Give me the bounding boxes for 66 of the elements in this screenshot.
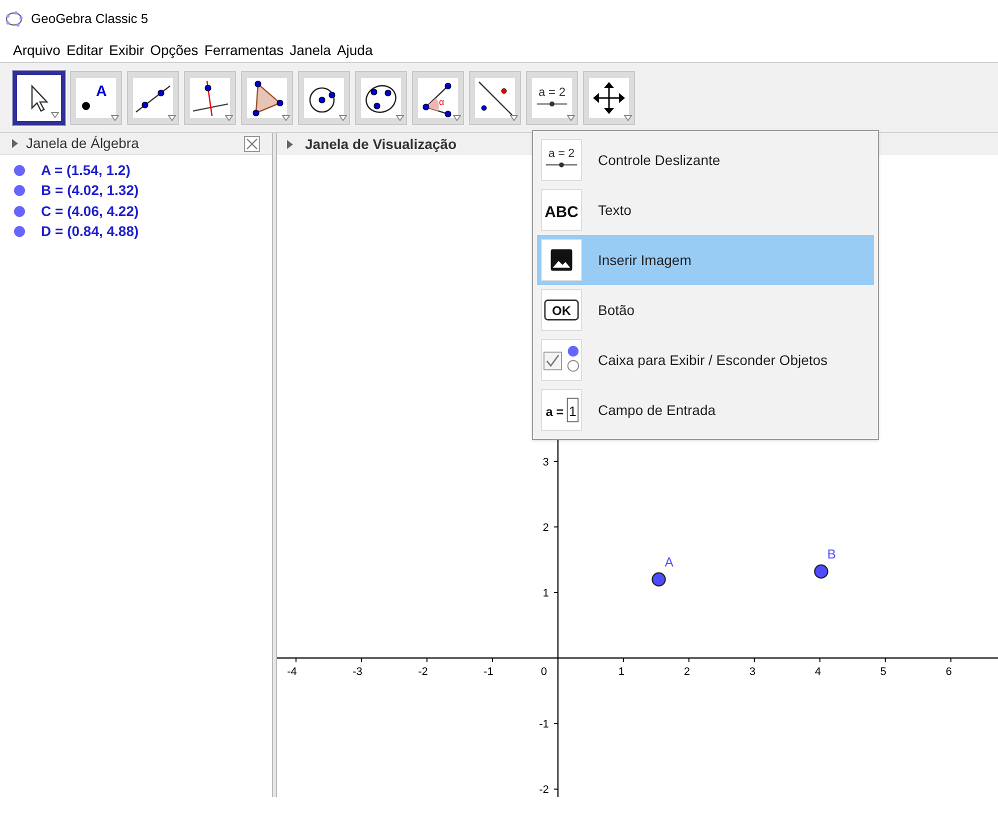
dropdown-caret-icon — [111, 114, 119, 120]
menu-item[interactable]: Opções — [149, 40, 200, 60]
menu-item-label: Campo de Entrada — [598, 400, 716, 420]
axis-tick-label: -1 — [539, 718, 549, 731]
dropdown-caret-icon — [339, 114, 347, 120]
close-icon[interactable] — [244, 136, 260, 152]
menu-item-label: Inserir Imagem — [598, 250, 692, 270]
axis-tick-label: -1 — [484, 666, 494, 678]
menu-item-label: Texto — [598, 200, 632, 220]
collapse-triangle-icon[interactable] — [287, 140, 293, 148]
tool-menu-item[interactable]: OK Botão — [537, 285, 874, 335]
axis-tick-label: 3 — [542, 456, 549, 468]
axis-tick-label: 1 — [542, 587, 549, 600]
axis-tick-label: 1 — [618, 666, 624, 678]
algebra-item[interactable]: D = (0.84, 4.88) — [41, 221, 139, 242]
tool-menu-item[interactable]: a = 1 Campo de Entrada — [537, 385, 874, 435]
menu-item[interactable]: Arquivo — [12, 40, 62, 60]
panel-title: Janela de Visualização — [305, 134, 456, 154]
point[interactable] — [814, 564, 828, 579]
text-icon: ABC — [542, 190, 581, 230]
axis-tick-label: -2 — [539, 784, 549, 796]
dropdown-caret-icon — [624, 114, 632, 120]
point-label: B — [827, 546, 836, 562]
axis-tick-label: -3 — [352, 666, 362, 678]
app-logo-icon — [5, 11, 23, 27]
menu-item-label: Botão — [598, 300, 635, 320]
tool-button[interactable] — [13, 70, 65, 124]
tool-menu-item[interactable]: Caixa para Exibir / Esconder Objetos — [537, 335, 874, 385]
axis-tick-label: 4 — [814, 666, 821, 678]
axis-tick-label: 2 — [542, 522, 549, 534]
origin-label: 0 — [540, 666, 547, 678]
axis-tick-label: -4 — [287, 666, 297, 678]
collapse-triangle-icon[interactable] — [12, 139, 18, 148]
algebra-item[interactable]: A = (1.54, 1.2) — [41, 160, 130, 181]
menu-item[interactable]: Ferramentas — [203, 40, 285, 60]
dropdown-caret-icon — [510, 114, 518, 120]
menu-item-label: Controle Deslizante — [598, 150, 720, 170]
axis-tick-label: 6 — [946, 666, 952, 678]
dropdown-caret-icon — [51, 112, 59, 118]
axis-tick-label: 2 — [684, 666, 690, 678]
dropdown-caret-icon — [225, 114, 233, 120]
axis-tick-label: 5 — [880, 666, 886, 678]
tool-button[interactable]: α — [412, 70, 464, 124]
menu-item-label: Caixa para Exibir / Esconder Objetos — [598, 350, 828, 370]
tool-button[interactable]: A — [70, 70, 122, 124]
menu-item[interactable]: Exibir — [108, 40, 146, 60]
point[interactable] — [652, 572, 666, 586]
axis-tick-label: 3 — [749, 666, 756, 678]
dropdown-caret-icon — [453, 114, 461, 120]
tool-menu-item[interactable]: Inserir Imagem — [537, 235, 874, 285]
dropdown-caret-icon — [282, 114, 290, 120]
menu-item[interactable]: Ajuda — [336, 40, 374, 60]
algebra-item[interactable]: C = (4.06, 4.22) — [41, 200, 139, 222]
algebra-item[interactable]: B = (4.02, 1.32) — [41, 180, 139, 202]
point-label: A — [664, 554, 674, 570]
tool-menu-item[interactable]: a = 2 Controle Deslizante — [537, 135, 874, 185]
window-title: GeoGebra Classic 5 — [31, 10, 148, 28]
dropdown-caret-icon — [396, 114, 404, 120]
menu-item[interactable]: Janela — [288, 40, 332, 60]
menu-item[interactable]: Editar — [65, 40, 104, 60]
tool-menu-item[interactable]: ABC Texto — [537, 185, 874, 235]
axis-tick-label: -2 — [418, 666, 428, 678]
dropdown-caret-icon — [567, 114, 575, 120]
dropdown-caret-icon — [168, 114, 176, 120]
tool-button[interactable]: a = 2 — [526, 70, 578, 124]
panel-title: Janela de Álgebra — [26, 134, 139, 153]
